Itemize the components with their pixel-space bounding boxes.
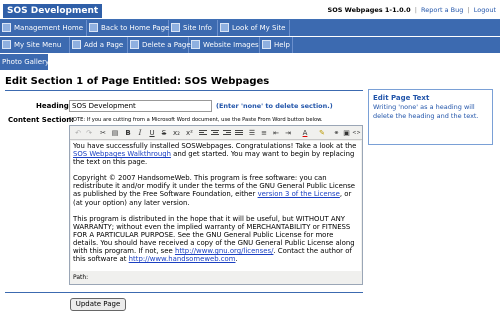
version-label: SOS Webpages 1-1.0.0 xyxy=(327,6,411,14)
image-icon[interactable]: ▣ xyxy=(342,128,351,138)
editor-text: You have successfully installed SOSWebpa… xyxy=(73,142,357,150)
numbered-list-icon[interactable]: ≡ xyxy=(259,128,269,138)
heading-note: (Enter 'none' to delete section.) xyxy=(216,102,333,110)
help-icon xyxy=(262,39,271,49)
align-right-icon[interactable] xyxy=(222,128,232,138)
redo-icon[interactable]: ↷ xyxy=(84,128,94,138)
separator: | xyxy=(467,6,470,14)
tip-title: Edit Page Text xyxy=(373,94,430,102)
tip-text: Writing 'none' as a heading will delete … xyxy=(373,103,479,120)
nav-item-look-of-my-site[interactable]: Look of My Site xyxy=(218,20,290,36)
editor-paragraph: Copyright © 2007 HandsomeWeb. This progr… xyxy=(73,174,359,206)
bullet-list-icon[interactable]: ☰ xyxy=(247,128,257,138)
rich-text-editor: ↶ ↷ ✂ ▤ B I U S x₂ x² ☰ ≡ ⇤ ⇥ A ✎ ⚭ ▣ <>… xyxy=(69,125,363,285)
nav-item-help[interactable]: Help xyxy=(260,37,293,53)
nav-label: Site Info xyxy=(183,24,212,32)
divider xyxy=(5,90,363,91)
walkthrough-link[interactable]: SOS Webpages Walkthrough xyxy=(73,150,171,158)
justify-icon[interactable] xyxy=(234,128,244,138)
info-icon xyxy=(171,22,180,32)
editor-toolbar: ↶ ↷ ✂ ▤ B I U S x₂ x² ☰ ≡ ⇤ ⇥ A ✎ ⚭ ▣ <> xyxy=(70,126,362,140)
nav-label: Website Images xyxy=(203,41,259,49)
logout-link[interactable]: Logout xyxy=(474,6,496,14)
outdent-icon[interactable]: ⇤ xyxy=(271,128,281,138)
divider xyxy=(5,292,363,293)
font-color-button[interactable]: A xyxy=(298,128,312,138)
editor-paragraph: This program is distributed in the hope … xyxy=(73,215,359,264)
nav-row-1: Management Home Back to Home Page Site I… xyxy=(0,20,500,37)
underline-button[interactable]: U xyxy=(147,128,157,138)
separator: | xyxy=(414,6,417,14)
help-tip-box: Edit Page Text Writing 'none' as a headi… xyxy=(368,89,493,145)
editor-text: . xyxy=(235,255,238,264)
heading-label: Heading: xyxy=(36,102,72,110)
handsomeweb-link[interactable]: http://www.handsomeweb.com xyxy=(129,255,236,263)
italic-button[interactable]: I xyxy=(135,128,145,138)
nav-row-3: Photo Gallery xyxy=(0,54,50,71)
top-links: SOS Webpages 1-1.0.0 | Report a Bug | Lo… xyxy=(328,6,496,14)
nav-item-my-site-menu[interactable]: My Site Menu xyxy=(0,37,70,53)
top-bar: SOS Development SOS Webpages 1-1.0.0 | R… xyxy=(0,0,500,20)
delete-page-icon xyxy=(130,39,139,49)
site-title: SOS Development xyxy=(3,4,103,18)
nav-row-2: My Site Menu Add a Page Delete a Page We… xyxy=(0,37,500,54)
add-page-icon xyxy=(72,39,81,49)
nav-label: Add a Page xyxy=(84,41,124,49)
nav-item-photo-gallery[interactable]: Photo Gallery xyxy=(0,54,50,70)
nav-item-back-to-home[interactable]: Back to Home Page xyxy=(87,20,169,36)
report-bug-link[interactable]: Report a Bug xyxy=(421,6,463,14)
editor-content-area[interactable]: You have successfully installed SOSWebpa… xyxy=(71,141,361,271)
content-note: NOTE: If you are cutting from a Microsof… xyxy=(69,117,323,123)
home-icon xyxy=(2,22,11,32)
link-icon[interactable]: ⚭ xyxy=(332,128,341,138)
indent-icon[interactable]: ⇥ xyxy=(283,128,293,138)
bold-button[interactable]: B xyxy=(123,128,133,138)
nav-item-website-images[interactable]: Website Images xyxy=(189,37,260,53)
nav-item-add-a-page[interactable]: Add a Page xyxy=(70,37,128,53)
nav-item-delete-a-page[interactable]: Delete a Page xyxy=(128,37,191,53)
undo-icon[interactable]: ↶ xyxy=(73,128,83,138)
nav-label: Look of My Site xyxy=(232,24,286,32)
content-label: Content Section: xyxy=(8,116,75,124)
strikethrough-button[interactable]: S xyxy=(159,128,169,138)
superscript-button[interactable]: x² xyxy=(184,128,195,138)
update-page-button[interactable]: Update Page xyxy=(70,298,126,311)
nav-label: My Site Menu xyxy=(14,41,62,49)
align-left-icon[interactable] xyxy=(198,128,208,138)
cut-icon[interactable]: ✂ xyxy=(98,128,108,138)
nav-label: Photo Gallery xyxy=(2,58,50,66)
editor-path-bar: Path: xyxy=(71,272,361,284)
page-title: Edit Section 1 of Page Entitled: SOS Web… xyxy=(5,76,270,87)
heading-input[interactable] xyxy=(69,100,212,112)
html-source-icon[interactable]: <> xyxy=(352,128,361,138)
paste-word-icon[interactable]: ▤ xyxy=(110,128,120,138)
menu-icon xyxy=(2,39,11,49)
path-label: Path: xyxy=(73,274,89,281)
nav-label: Back to Home Page xyxy=(101,24,170,32)
gnu-licenses-link[interactable]: http://www.gnu.org/licenses/ xyxy=(175,247,273,255)
editor-paragraph: You have successfully installed SOSWebpa… xyxy=(73,142,359,166)
nav-label: Delete a Page xyxy=(142,41,191,49)
license-link[interactable]: version 3 of the License xyxy=(258,190,340,198)
nav-item-management-home[interactable]: Management Home xyxy=(0,20,87,36)
nav-item-site-info[interactable]: Site Info xyxy=(169,20,218,36)
subscript-button[interactable]: x₂ xyxy=(171,128,182,138)
align-center-icon[interactable] xyxy=(210,128,220,138)
nav-label: Help xyxy=(274,41,290,49)
nav-label: Management Home xyxy=(14,24,84,32)
palette-icon xyxy=(220,22,229,32)
highlight-color-icon[interactable]: ✎ xyxy=(315,128,329,138)
back-icon xyxy=(89,22,98,32)
images-icon xyxy=(191,39,200,49)
